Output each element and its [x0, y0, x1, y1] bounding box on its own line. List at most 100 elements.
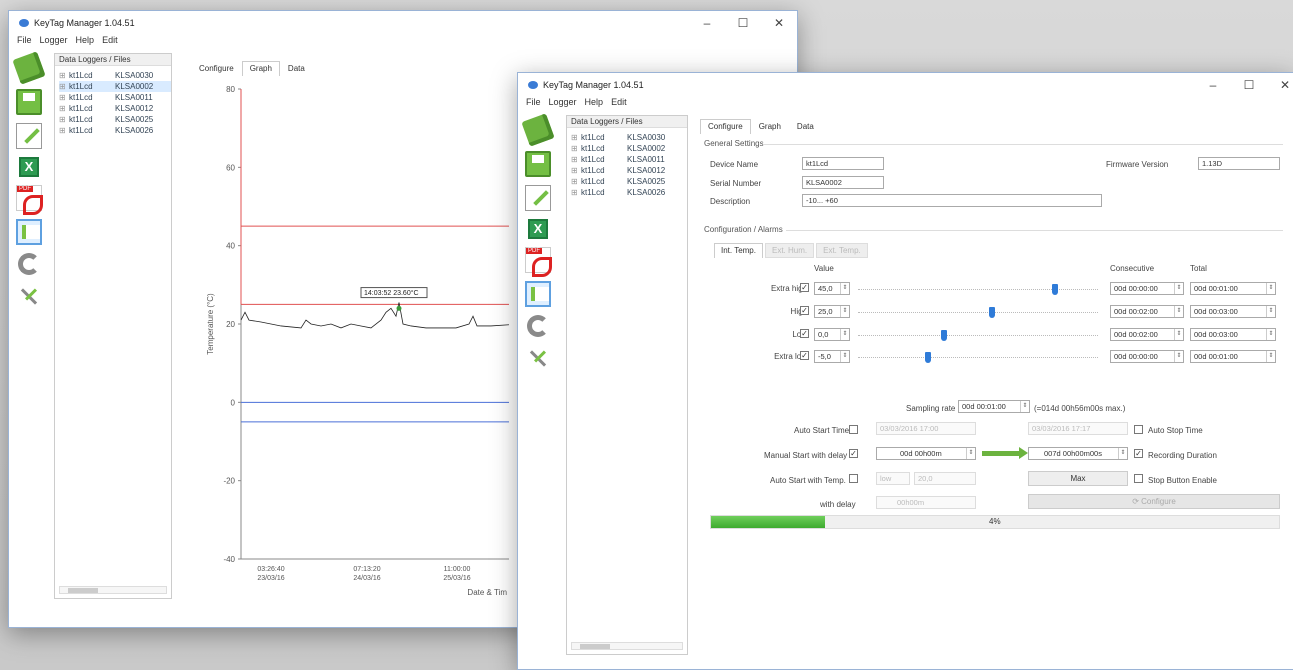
refresh-icon[interactable] [527, 315, 549, 337]
edit-icon[interactable] [525, 185, 551, 211]
alarm-value-field[interactable]: 45,0 ⇕ [814, 282, 850, 295]
consecutive-field[interactable]: 00d 00:00:00 ⇕ [1110, 282, 1184, 295]
minimize-icon[interactable]: – [1195, 78, 1231, 92]
tree-item[interactable]: ⊞ kt1Lcd KLSA0002 [59, 81, 171, 92]
serial-number-field[interactable]: KLSA0002 [802, 176, 884, 189]
tab-data[interactable]: Data [789, 119, 822, 134]
slider-thumb[interactable] [989, 307, 996, 318]
tools-icon[interactable] [16, 283, 42, 309]
device-name-field[interactable]: kt1Lcd [802, 157, 884, 170]
pdf-export-icon[interactable] [525, 247, 552, 277]
layout-icon[interactable] [16, 219, 42, 245]
max-button[interactable]: Max [1028, 471, 1128, 486]
spin-icon[interactable]: ⇕ [840, 306, 849, 317]
spin-icon[interactable]: ⇕ [1020, 401, 1029, 412]
open-logger-icon[interactable] [521, 113, 555, 147]
spin-icon[interactable]: ⇕ [1266, 329, 1275, 340]
spin-icon[interactable]: ⇕ [1118, 448, 1127, 459]
tab-graph[interactable]: Graph [241, 61, 280, 76]
tree-item[interactable]: ⊞ kt1Lcd KLSA0030 [59, 70, 171, 81]
maximize-icon[interactable]: ☐ [725, 16, 761, 30]
sampling-rate-field[interactable]: 00d 00:01:00 ⇕ [958, 400, 1030, 413]
alarm-value-field[interactable]: 0,0 ⇕ [814, 328, 850, 341]
edit-icon[interactable] [16, 123, 42, 149]
spin-icon[interactable]: ⇕ [1266, 351, 1275, 362]
tree-item[interactable]: ⊞ kt1Lcd KLSA0011 [571, 154, 687, 165]
expand-icon[interactable]: ⊞ [571, 165, 581, 176]
auto-stop-time-field[interactable]: 03/03/2016 17:17 [1028, 422, 1128, 435]
spin-icon[interactable]: ⇕ [1266, 283, 1275, 294]
maximize-icon[interactable]: ☐ [1231, 78, 1267, 92]
temp-condition-select[interactable]: low [876, 472, 910, 485]
temperature-graph[interactable]: 80 60 40 20 0 -20 -40 Temperature (°C) 03:26:40 2… [189, 77, 509, 607]
alarm-slider[interactable] [858, 284, 1098, 295]
tree-item[interactable]: ⊞ kt1Lcd KLSA0012 [59, 103, 171, 114]
save-icon[interactable] [16, 89, 42, 115]
spin-icon[interactable]: ⇕ [840, 283, 849, 294]
tree-item[interactable]: ⊞ kt1Lcd KLSA0030 [571, 132, 687, 143]
stop-button-enable-checkbox[interactable] [1134, 474, 1143, 483]
minimize-icon[interactable]: – [689, 16, 725, 30]
tools-icon[interactable] [525, 345, 551, 371]
alarm-value-field[interactable]: -5,0 ⇕ [814, 350, 850, 363]
expand-icon[interactable]: ⊞ [59, 81, 69, 92]
pdf-export-icon[interactable] [16, 185, 43, 215]
tree-item[interactable]: ⊞ kt1Lcd KLSA0026 [59, 125, 171, 136]
recording-duration-field[interactable]: 007d 00h00m00s ⇕ [1028, 447, 1128, 460]
total-field[interactable]: 00d 00:03:00 ⇕ [1190, 328, 1276, 341]
slider-thumb[interactable] [1051, 284, 1058, 295]
expand-icon[interactable]: ⊞ [571, 132, 581, 143]
tab-graph[interactable]: Graph [751, 119, 789, 134]
refresh-icon[interactable] [18, 253, 40, 275]
spin-icon[interactable]: ⇕ [840, 351, 849, 362]
close-icon[interactable]: ✕ [761, 16, 797, 30]
expand-icon[interactable]: ⊞ [59, 103, 69, 114]
consecutive-field[interactable]: 00d 00:02:00 ⇕ [1110, 328, 1184, 341]
tab-configure[interactable]: Configure [191, 61, 242, 76]
expand-icon[interactable]: ⊞ [59, 70, 69, 81]
horizontal-scrollbar[interactable] [571, 642, 683, 650]
menu-edit[interactable]: Edit [98, 35, 122, 49]
tab-configure[interactable]: Configure [700, 119, 751, 134]
excel-export-icon[interactable]: X [19, 157, 39, 177]
auto-stop-time-checkbox[interactable] [1134, 425, 1143, 434]
alarm-enable-checkbox[interactable]: ✓ [800, 283, 809, 292]
spin-icon[interactable]: ⇕ [1174, 306, 1183, 317]
title-bar[interactable]: KeyTag Manager 1.04.51 – ☐ ✕ [9, 11, 797, 35]
alarm-slider[interactable] [858, 330, 1098, 341]
spin-icon[interactable]: ⇕ [966, 448, 975, 459]
title-bar[interactable]: KeyTag Manager 1.04.51 – ☐ ✕ [518, 73, 1293, 97]
consecutive-field[interactable]: 00d 00:02:00 ⇕ [1110, 305, 1184, 318]
save-icon[interactable] [525, 151, 551, 177]
total-field[interactable]: 00d 00:01:00 ⇕ [1190, 282, 1276, 295]
alarm-slider[interactable] [858, 307, 1098, 318]
alarm-enable-checkbox[interactable]: ✓ [800, 329, 809, 338]
tree-item[interactable]: ⊞ kt1Lcd KLSA0002 [571, 143, 687, 154]
total-field[interactable]: 00d 00:03:00 ⇕ [1190, 305, 1276, 318]
slider-thumb[interactable] [924, 352, 931, 363]
spin-icon[interactable]: ⇕ [1174, 283, 1183, 294]
temp-value-field[interactable]: 20,0 [914, 472, 976, 485]
menu-file[interactable]: File [522, 97, 545, 111]
tree-item[interactable]: ⊞ kt1Lcd KLSA0026 [571, 187, 687, 198]
open-logger-icon[interactable] [12, 51, 46, 85]
expand-icon[interactable]: ⊞ [59, 92, 69, 103]
slider-thumb[interactable] [941, 330, 948, 341]
tree-item[interactable]: ⊞ kt1Lcd KLSA0012 [571, 165, 687, 176]
auto-start-temp-checkbox[interactable] [849, 474, 858, 483]
description-field[interactable]: -10... +60 [802, 194, 1102, 207]
excel-export-icon[interactable]: X [528, 219, 548, 239]
expand-icon[interactable]: ⊞ [59, 125, 69, 136]
menu-logger[interactable]: Logger [36, 35, 72, 49]
with-delay-field[interactable]: 00h00m [876, 496, 976, 509]
tree-item[interactable]: ⊞ kt1Lcd KLSA0025 [571, 176, 687, 187]
alarm-enable-checkbox[interactable]: ✓ [800, 306, 809, 315]
spin-icon[interactable]: ⇕ [840, 329, 849, 340]
auto-start-time-checkbox[interactable] [849, 425, 858, 434]
expand-icon[interactable]: ⊞ [59, 114, 69, 125]
spin-icon[interactable]: ⇕ [1174, 351, 1183, 362]
consecutive-field[interactable]: 00d 00:00:00 ⇕ [1110, 350, 1184, 363]
menu-help[interactable]: Help [581, 97, 608, 111]
close-icon[interactable]: ✕ [1267, 78, 1293, 92]
menu-edit[interactable]: Edit [607, 97, 631, 111]
